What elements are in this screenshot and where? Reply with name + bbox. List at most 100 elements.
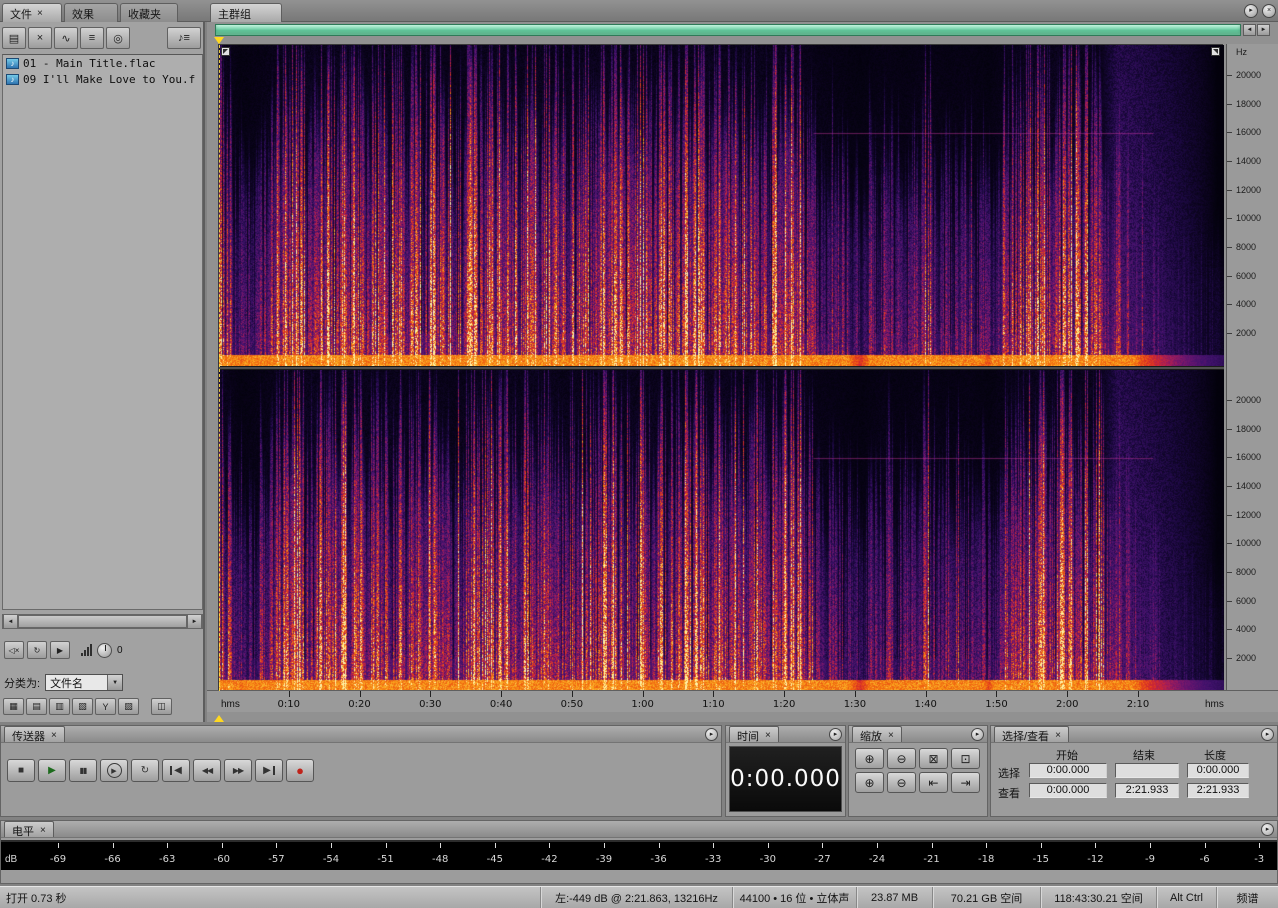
rewind-button[interactable]: ◀◀ [193,759,221,782]
zoom-to-selection-button[interactable]: ⊡ [951,748,980,769]
volume-bars-icon [81,644,92,656]
db-unit-label: dB [5,854,18,865]
selection-view-tab[interactable]: 选择/查看 × [994,726,1069,743]
timeline-tick [854,691,856,697]
panel-menu-icon[interactable]: ▸ [1261,823,1274,836]
record-button[interactable]: ● [286,759,314,782]
workspace-close-button[interactable]: × [1262,4,1276,18]
scrollbar-thumb[interactable] [18,615,187,628]
meter-tick [221,843,223,848]
import-file-button[interactable]: ▤ [2,27,26,49]
selection-handle-right[interactable] [1211,47,1220,56]
navigator-scroll-right-icon[interactable]: ► [1257,24,1270,36]
playhead-line[interactable] [219,45,220,691]
tab-favorites[interactable]: 收藏夹 [120,3,178,22]
meter-tick [713,843,715,848]
zoom-to-selection-right-button[interactable]: ⇥ [951,772,980,793]
freq-tick-label: 8000 [1236,566,1257,577]
file-list-item[interactable]: ♪ 01 - Main Title.flac [3,55,202,71]
zoom-out-horizontal-button[interactable]: ⊖ [887,748,916,769]
close-icon[interactable]: × [40,825,46,836]
selection-handle-left[interactable] [221,47,230,56]
multitrack-view-button[interactable]: ≡ [80,27,104,49]
meter-scale-label: -57 [268,854,285,865]
tab-files[interactable]: 文件 × [2,3,62,22]
show-full-path-toggle[interactable]: ▤ [26,698,47,715]
options-button[interactable]: ♪≡ [167,27,201,49]
preview-play-button[interactable]: ▶ [50,641,70,659]
panel-menu-icon[interactable]: ▸ [705,728,718,741]
freq-tick [1227,571,1232,573]
filter-files-toggle[interactable]: Y [95,698,116,715]
selection-end-field[interactable] [1115,763,1179,778]
spectral-display[interactable] [218,44,1224,691]
spectrogram-channel-left[interactable] [219,45,1224,366]
timeline-tick-label: 1:20 [772,699,796,710]
go-to-beginning-button[interactable]: ◀ [162,759,190,782]
timeline-tick-label: 1:30 [843,699,867,710]
time-display[interactable]: 0:00.000 [729,746,842,812]
zoom-panel-tab[interactable]: 缩放 × [852,726,902,743]
close-icon[interactable]: × [1055,730,1061,741]
frequency-ruler[interactable]: Hz 20000 18000 16000 14000 12000 10000 8000 600… [1226,44,1278,690]
stop-button[interactable]: ■ [7,759,35,782]
panel-menu-icon[interactable]: ▸ [1261,728,1274,741]
zoom-out-full-button[interactable]: ⊠ [919,748,948,769]
chevron-down-icon[interactable]: ▼ [107,675,123,690]
loop-playback-button[interactable]: ↻ [131,759,159,782]
scroll-right-icon[interactable]: ► [187,615,202,628]
preview-volume-dial[interactable] [97,642,112,658]
selection-length-field[interactable]: 0:00.000 [1187,763,1249,778]
edit-view-button[interactable]: ∿ [54,27,78,49]
close-file-button[interactable]: × [28,27,52,49]
current-time-value[interactable]: 0:00.000 [730,766,841,792]
auto-play-files-toggle[interactable]: ▨ [118,698,139,715]
fast-forward-button[interactable]: ▶▶ [224,759,252,782]
view-length-field[interactable]: 2:21.933 [1187,783,1249,798]
scroll-left-icon[interactable]: ◄ [3,615,18,628]
play-looped-button[interactable]: ▶ [100,759,128,782]
view-end-field[interactable]: 2:21.933 [1115,783,1179,798]
timeline-ruler[interactable]: hms hms 0:10 0:20 0:30 0:40 0:50 1:00 1:10 1:20… [207,690,1278,712]
spectrogram-channel-right[interactable] [219,370,1224,691]
zoom-to-selection-left-button[interactable]: ⇤ [919,772,948,793]
levels-panel-tab[interactable]: 电平 × [4,821,54,838]
level-meter[interactable]: dB -69 -66 -63 -60 -57 -54 -51 -48 -45 -42 -39 -36 -… [1,840,1277,870]
zoom-in-vertical-button[interactable]: ⊕ [855,772,884,793]
time-panel-tab[interactable]: 时间 × [729,726,779,743]
selection-start-field[interactable]: 0:00.000 [1029,763,1107,778]
link-options-button[interactable]: ◫ [151,698,172,715]
show-details-toggle[interactable]: ▧ [72,698,93,715]
loop-preview-button[interactable]: ↻ [27,641,47,659]
tab-effects[interactable]: 效果 [64,3,118,22]
status-open-time: 打开 0.73 秒 [6,893,67,905]
close-icon[interactable]: × [888,730,894,741]
zoom-navigator-bar[interactable] [215,24,1241,36]
show-markers-toggle[interactable]: ▥ [49,698,70,715]
file-list-item[interactable]: ♪ 09 I'll Make Love to You.f [3,71,202,87]
show-file-types-toggle[interactable]: ▦ [3,698,24,715]
panel-menu-icon[interactable]: ▸ [971,728,984,741]
close-icon[interactable]: × [51,730,57,741]
close-icon[interactable]: × [765,730,771,741]
playhead-marker-top[interactable] [214,37,224,44]
view-start-field[interactable]: 0:00.000 [1029,783,1107,798]
file-list-hscrollbar[interactable]: ◄ ► [2,614,203,629]
zoom-in-horizontal-button[interactable]: ⊕ [855,748,884,769]
panel-menu-button[interactable]: ▸ [1244,4,1258,18]
close-icon[interactable]: × [37,9,43,19]
transport-panel-tab[interactable]: 传送器 × [4,726,65,743]
play-button[interactable]: ▶ [38,759,66,782]
go-to-end-button[interactable]: ▶ [255,759,283,782]
sort-by-select[interactable]: 文件名 ▼ [45,674,124,691]
file-list[interactable]: ♪ 01 - Main Title.flac ♪ 09 I'll Make Love … [2,54,203,610]
panel-menu-icon[interactable]: ▸ [829,728,842,741]
playhead-marker-bottom[interactable] [214,715,224,722]
navigator-scroll-left-icon[interactable]: ◄ [1243,24,1256,36]
tab-main-group[interactable]: 主群组 [210,3,282,22]
zoom-out-vertical-button[interactable]: ⊖ [887,772,916,793]
pause-button[interactable]: ▮▮ [69,759,97,782]
mute-preview-button[interactable]: ◁× [4,641,24,659]
cd-view-button[interactable]: ◎ [106,27,130,49]
freq-tick-label: 14000 [1236,155,1262,166]
